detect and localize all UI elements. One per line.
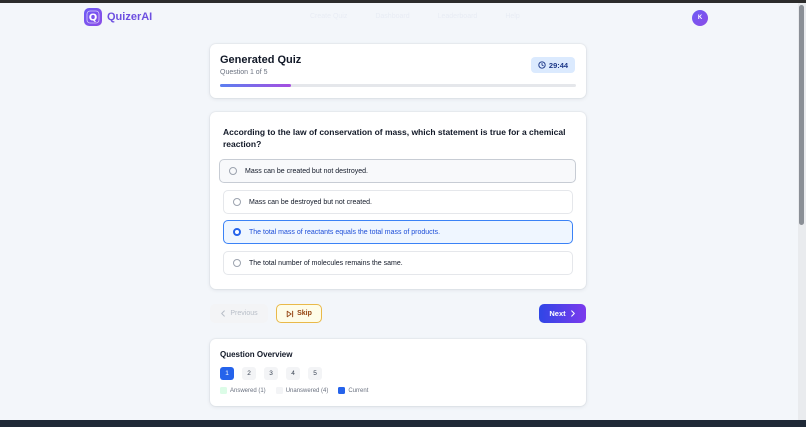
clock-icon xyxy=(538,61,546,69)
skip-forward-icon xyxy=(286,310,294,317)
question-navigator: 1 2 3 4 5 xyxy=(220,367,322,380)
next-button-label: Next xyxy=(549,309,566,318)
app-logo[interactable]: Q QuizerAI xyxy=(84,8,152,26)
app-name: QuizerAI xyxy=(107,11,153,23)
previous-button[interactable]: Previous xyxy=(210,304,268,323)
top-navbar: Q QuizerAI Create Quiz Dashboard Leaderb… xyxy=(0,3,798,35)
svg-text:Q: Q xyxy=(89,13,98,24)
skip-button-label: Skip xyxy=(297,310,312,317)
question-number-button[interactable]: 4 xyxy=(286,367,300,380)
answer-option-label: The total mass of reactants equals the t… xyxy=(249,228,441,236)
question-number-button[interactable]: 2 xyxy=(242,367,256,380)
window-bottom-edge xyxy=(0,420,806,427)
answer-option-label: The total number of molecules remains th… xyxy=(249,259,403,267)
legend-current: Current xyxy=(338,387,368,394)
legend-answered: Answered (1) xyxy=(220,387,266,394)
question-text: According to the law of conservation of … xyxy=(223,127,566,149)
legend-swatch-answered xyxy=(220,387,227,394)
quiz-title: Generated Quiz xyxy=(220,54,302,66)
answer-option-3[interactable]: The total mass of reactants equals the t… xyxy=(223,220,573,244)
question-counter: Question 1 of 5 xyxy=(220,69,268,76)
radio-icon xyxy=(233,198,241,206)
answer-option-label: Mass can be created but not destroyed. xyxy=(245,167,368,175)
skip-button[interactable]: Skip xyxy=(276,304,322,323)
progress-bar xyxy=(220,84,576,87)
nav-item-help[interactable]: Help xyxy=(505,13,519,20)
overview-legend: Answered (1) Unanswered (4) Current xyxy=(220,387,368,394)
scrollbar-thumb[interactable] xyxy=(799,5,804,225)
radio-icon xyxy=(229,167,237,175)
legend-swatch-current xyxy=(338,387,346,394)
question-number-button[interactable]: 3 xyxy=(264,367,278,380)
legend-swatch-unanswered xyxy=(275,387,283,394)
nav-item-dashboard[interactable]: Dashboard xyxy=(375,13,409,20)
next-button[interactable]: Next xyxy=(539,304,586,323)
legend-label: Unanswered (4) xyxy=(285,387,329,394)
legend-unanswered: Unanswered (4) xyxy=(275,387,329,394)
radio-icon xyxy=(233,259,241,267)
user-avatar[interactable]: K xyxy=(692,10,708,26)
radio-selected-icon xyxy=(233,228,241,236)
answer-option-4[interactable]: The total number of molecules remains th… xyxy=(223,251,573,275)
quiz-header-card: Generated Quiz Question 1 of 5 29:44 xyxy=(210,44,586,98)
progress-fill xyxy=(220,84,292,87)
timer-badge: 29:44 xyxy=(531,57,575,73)
answer-option-1[interactable]: Mass can be created but not destroyed. xyxy=(219,159,576,183)
nav-item-create-quiz[interactable]: Create Quiz xyxy=(310,13,347,20)
answer-option-2[interactable]: Mass can be destroyed but not created. xyxy=(223,190,573,214)
chevron-right-icon xyxy=(570,310,575,317)
question-number-button[interactable]: 1 xyxy=(220,367,234,380)
nav-item-leaderboard[interactable]: Leaderboard xyxy=(438,13,478,20)
chevron-left-icon xyxy=(221,310,226,317)
timer-value: 29:44 xyxy=(548,60,569,70)
question-number-button[interactable]: 5 xyxy=(308,367,322,380)
overview-title: Question Overview xyxy=(220,350,293,359)
answer-option-label: Mass can be destroyed but not created. xyxy=(249,198,372,206)
page-scrollbar[interactable] xyxy=(798,3,806,422)
main-nav: Create Quiz Dashboard Leaderboard Help xyxy=(310,13,520,20)
question-card: According to the law of conservation of … xyxy=(210,112,586,289)
legend-label: Current xyxy=(348,387,369,394)
quiz-logo-icon: Q xyxy=(84,8,102,26)
question-overview-card: Question Overview 1 2 3 4 5 Answered (1)… xyxy=(210,339,586,406)
previous-button-label: Previous xyxy=(230,310,258,317)
legend-label: Answered (1) xyxy=(230,387,266,394)
